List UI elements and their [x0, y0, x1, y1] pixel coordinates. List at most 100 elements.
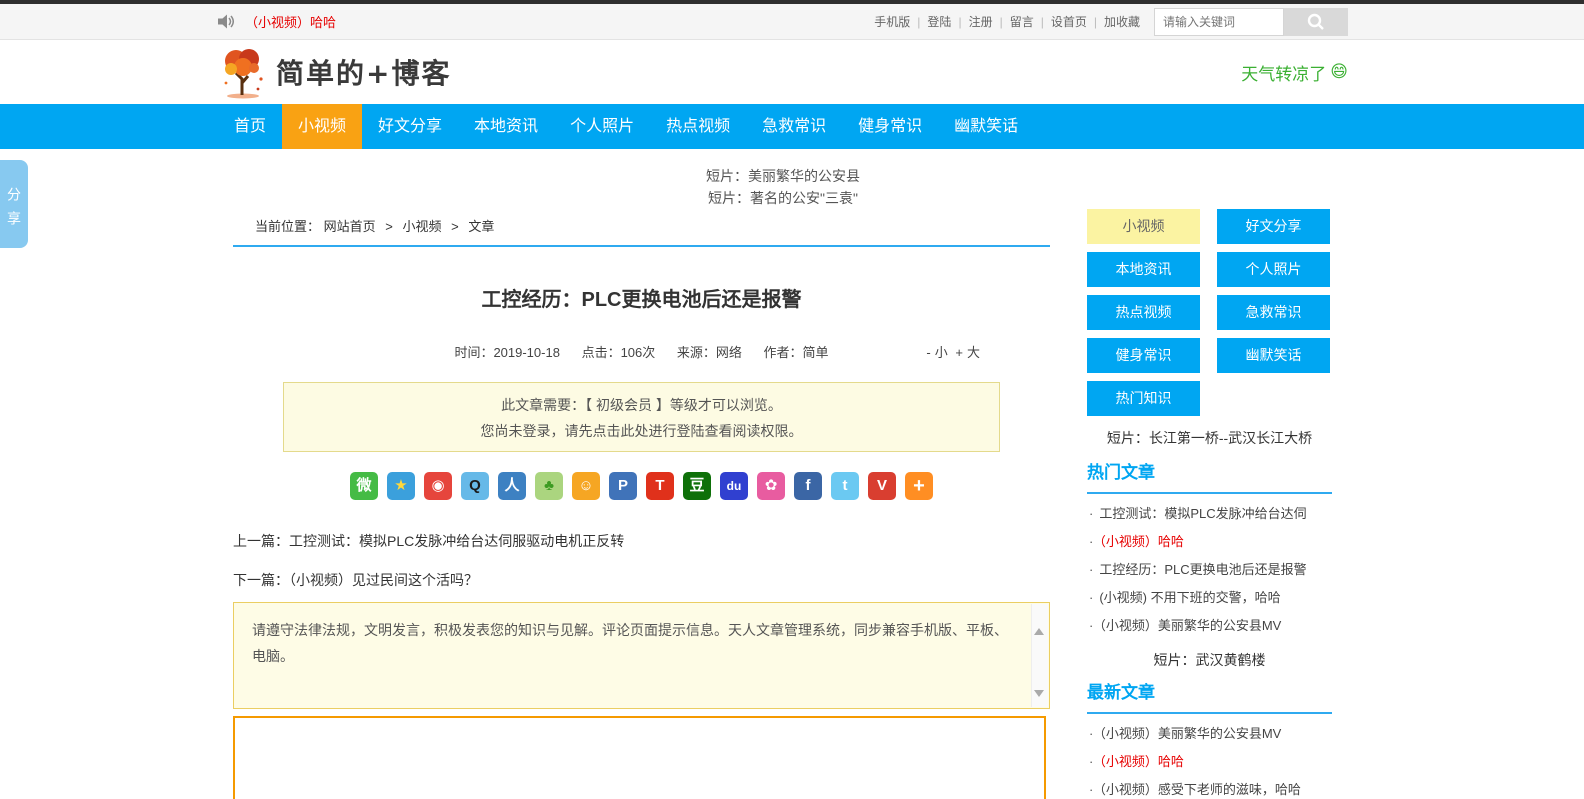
nav-item-home[interactable]: 首页	[218, 104, 282, 149]
breadcrumb-category[interactable]: 小视频	[403, 219, 442, 234]
meta-clicks: 点击：106次	[582, 345, 656, 360]
link-mobile-version[interactable]: 手机版	[874, 15, 910, 29]
list-item[interactable]: ·（小视频）哈哈	[1087, 748, 1332, 776]
nav-item-personal-photos[interactable]: 个人照片	[554, 104, 650, 149]
font-smaller-button[interactable]: 小	[935, 345, 948, 360]
article-title: 工控经历：PLC更换电池后还是报警	[233, 283, 1050, 312]
breadcrumb-separator: >	[451, 219, 459, 234]
list-item[interactable]: ·(小视频) 不用下班的交警，哈哈	[1087, 584, 1332, 612]
hot-articles-heading: 热门文章	[1087, 462, 1332, 494]
marquee-line-2[interactable]: 短片：著名的公安"三袁"	[218, 187, 1348, 209]
scrollbar-up-arrow[interactable]	[1034, 607, 1046, 619]
sidebar-btn-local-news[interactable]: 本地资讯	[1087, 252, 1200, 287]
share-icon-qq[interactable]: Q	[461, 472, 489, 500]
comment-rules-box: 请遵守法律法规，文明发言，积极发表您的知识与见解。评论页面提示信息。天人文章管理…	[233, 602, 1050, 709]
list-item[interactable]: ·（小视频）哈哈	[1087, 528, 1332, 556]
logo-tree-icon	[218, 45, 268, 99]
sidebar-btn-personal-photos[interactable]: 个人照片	[1217, 252, 1330, 287]
topbar: （小视频）哈哈 手机版 登陆 注册 留言 设首页 加收藏	[0, 4, 1584, 40]
link-login[interactable]: 登陆	[927, 15, 951, 29]
notice-line-2[interactable]: 您尚未登录，请先点击此处进行登陆查看阅读权限。	[284, 422, 999, 440]
announcement-marquee: 短片：美丽繁华的公安县 短片：著名的公安"三袁"	[218, 149, 1348, 209]
weather-text: 天气转凉了	[1241, 60, 1326, 85]
hot-articles-list: ·工控测试：模拟PLC发脉冲给台达伺 ·（小视频）哈哈 ·工控经历：PLC更换电…	[1087, 500, 1332, 640]
breadcrumb-separator: >	[385, 219, 393, 234]
sidebar-clip-2[interactable]: 短片：武汉黄鹤楼	[1087, 650, 1332, 670]
comment-input[interactable]	[233, 716, 1046, 799]
font-minus: -	[926, 345, 930, 360]
topbar-links: 手机版 登陆 注册 留言 设首页 加收藏	[874, 13, 1140, 30]
search-button[interactable]	[1284, 8, 1348, 36]
meta-source: 来源：网络	[677, 345, 742, 360]
topbar-announcement-link[interactable]: （小视频）哈哈	[245, 12, 336, 31]
share-icon-netease-weibo[interactable]: V	[868, 472, 896, 500]
share-icon-facebook[interactable]: f	[794, 472, 822, 500]
link-register[interactable]: 注册	[969, 15, 993, 29]
share-icon-kaixin[interactable]: ♣	[535, 472, 563, 500]
nav-item-first-aid[interactable]: 急救常识	[746, 104, 842, 149]
nav-item-jokes[interactable]: 幽默笑话	[938, 104, 1034, 149]
search-input[interactable]	[1154, 8, 1284, 36]
sidebar-btn-good-articles[interactable]: 好文分享	[1217, 209, 1330, 244]
share-icon-taojianghu[interactable]: ☺	[572, 472, 600, 500]
latest-articles-heading: 最新文章	[1087, 682, 1332, 714]
nav-item-short-videos[interactable]: 小视频	[282, 104, 362, 149]
nav-item-local-news[interactable]: 本地资讯	[458, 104, 554, 149]
site-logo[interactable]: 简单的+博客	[218, 45, 451, 99]
prev-article-link[interactable]: 上一篇：工控测试：模拟PLC发脉冲给台达伺服驱动电机正反转	[233, 532, 1050, 550]
share-icon-douban[interactable]: 豆	[683, 472, 711, 500]
next-article-link[interactable]: 下一篇：（小视频）见过民间这个活吗？	[233, 571, 1050, 589]
font-plus: +	[955, 345, 963, 360]
site-header: 简单的+博客 天气转凉了 😄	[0, 40, 1584, 104]
sidebar: 小视频 好文分享 本地资讯 个人照片 热点视频 急救常识 健身常识 幽默笑话 热…	[1087, 209, 1332, 799]
share-icon-sina-weibo[interactable]: ◉	[424, 472, 452, 500]
notice-line-1: 此文章需要：【 初级会员 】等级才可以浏览。	[284, 396, 999, 414]
list-item[interactable]: ·（小视频）感受下老师的滋味，哈哈	[1087, 776, 1332, 799]
scrollbar-down-arrow[interactable]	[1034, 692, 1046, 704]
share-icon-meilishuo[interactable]: ✿	[757, 472, 785, 500]
sidebar-clip-1[interactable]: 短片：长江第一桥--武汉长江大桥	[1087, 428, 1332, 448]
scrollbar[interactable]	[1031, 604, 1048, 707]
nav-item-fitness[interactable]: 健身常识	[842, 104, 938, 149]
comment-rules-text: 请遵守法律法规，文明发言，积极发表您的知识与见解。评论页面提示信息。天人文章管理…	[252, 622, 1008, 664]
link-message-board[interactable]: 留言	[1010, 15, 1034, 29]
share-icon-renren[interactable]: 人	[498, 472, 526, 500]
breadcrumb: 当前位置： 网站首页 > 小视频 > 文章	[233, 209, 1050, 247]
share-side-tab[interactable]: 分享	[0, 160, 28, 248]
sidebar-btn-short-videos[interactable]: 小视频	[1087, 209, 1200, 244]
sidebar-btn-hot-videos[interactable]: 热点视频	[1087, 295, 1200, 330]
font-larger-button[interactable]: 大	[967, 345, 980, 360]
speaker-icon	[218, 14, 235, 29]
sidebar-btn-fitness[interactable]: 健身常识	[1087, 338, 1200, 373]
breadcrumb-current[interactable]: 文章	[468, 219, 494, 234]
share-icon-qzone[interactable]: ★	[387, 472, 415, 500]
weather-emoji-icon: 😄	[1330, 62, 1348, 82]
meta-time: 时间：2019-10-18	[454, 345, 560, 360]
breadcrumb-label: 当前位置：	[255, 219, 320, 234]
article-meta: 时间：2019-10-18 点击：106次 来源：网络 作者：简单 -小 +大	[233, 342, 1050, 358]
share-icon-tencent-weibo[interactable]: T	[646, 472, 674, 500]
list-item[interactable]: ·工控测试：模拟PLC发脉冲给台达伺	[1087, 500, 1332, 528]
list-item[interactable]: ·工控经历：PLC更换电池后还是报警	[1087, 556, 1332, 584]
share-icon-baidu-collect[interactable]: du	[720, 472, 748, 500]
nav-item-good-articles[interactable]: 好文分享	[362, 104, 458, 149]
nav-item-hot-videos[interactable]: 热点视频	[650, 104, 746, 149]
share-icon-more-share[interactable]: +	[905, 472, 933, 500]
font-size-controls: -小 + 大	[922, 342, 980, 361]
social-share-row: 微 ★ ◉ Q 人 ♣ ☺ P T 豆 du ✿ f t V +	[233, 472, 1050, 500]
share-icon-twitter[interactable]: t	[831, 472, 859, 500]
share-icon-pengyou[interactable]: P	[609, 472, 637, 500]
link-add-favorite[interactable]: 加收藏	[1104, 15, 1140, 29]
sidebar-btn-hot-knowledge[interactable]: 热门知识	[1087, 381, 1200, 416]
breadcrumb-home[interactable]: 网站首页	[324, 219, 376, 234]
sidebar-btn-first-aid[interactable]: 急救常识	[1217, 295, 1330, 330]
list-item[interactable]: ·（小视频）美丽繁华的公安县MV	[1087, 612, 1332, 640]
share-icon-wechat[interactable]: 微	[350, 472, 378, 500]
marquee-line-1[interactable]: 短片：美丽繁华的公安县	[218, 165, 1348, 187]
list-item[interactable]: ·（小视频）美丽繁华的公安县MV	[1087, 720, 1332, 748]
main-nav: 首页 小视频 好文分享 本地资讯 个人照片 热点视频 急救常识 健身常识 幽默笑…	[0, 104, 1584, 149]
latest-articles-list: ·（小视频）美丽繁华的公安县MV ·（小视频）哈哈 ·（小视频）感受下老师的滋味…	[1087, 720, 1332, 799]
search-icon	[1307, 13, 1325, 31]
link-set-homepage[interactable]: 设首页	[1051, 15, 1087, 29]
sidebar-btn-jokes[interactable]: 幽默笑话	[1217, 338, 1330, 373]
